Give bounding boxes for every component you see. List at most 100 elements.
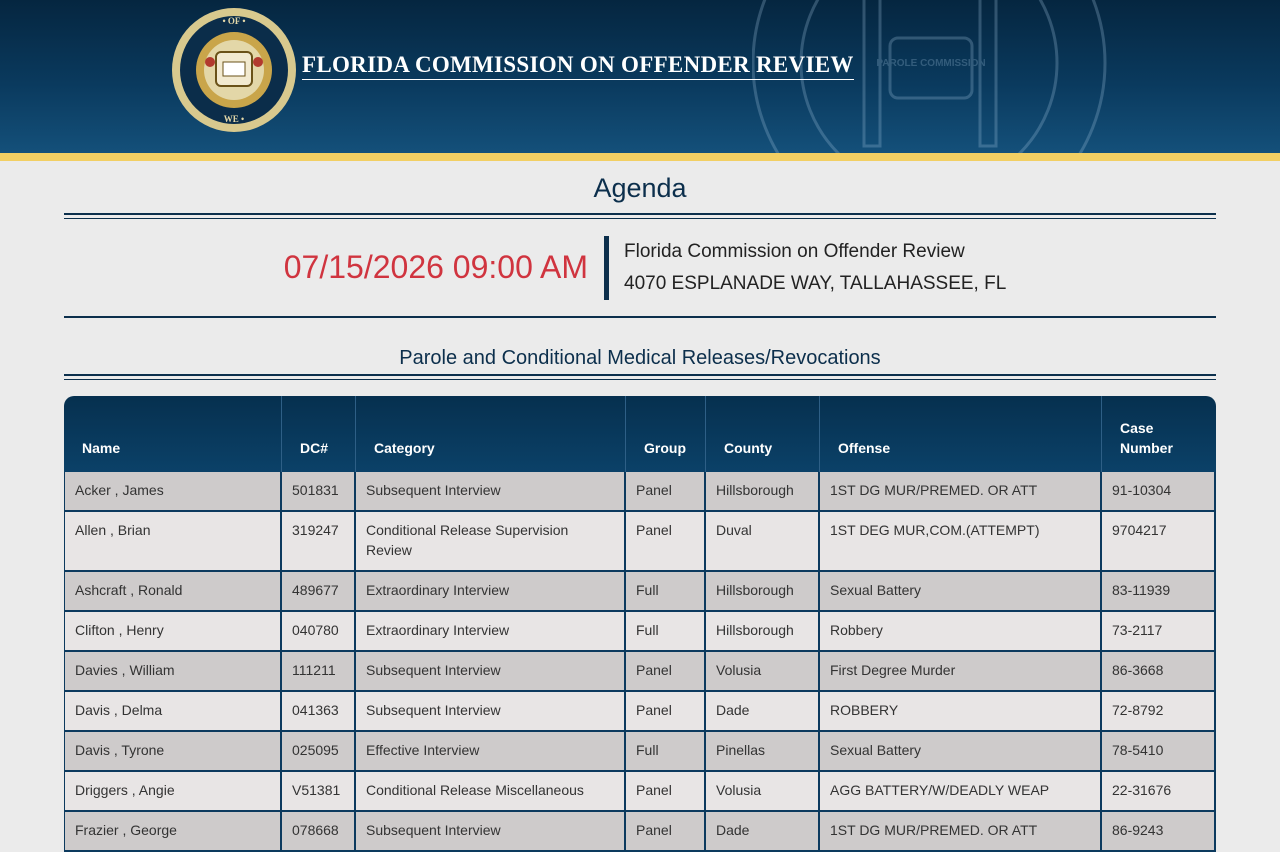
cell-name: Frazier , George: [64, 812, 282, 852]
cell-category: Conditional Release Supervision Review: [356, 512, 626, 572]
svg-text:• OF •: • OF •: [223, 16, 246, 26]
cell-name: Clifton , Henry: [64, 612, 282, 652]
cell-category: Subsequent Interview: [356, 692, 626, 732]
table-row: Davis , Delma 041363 Subsequent Intervie…: [64, 692, 1216, 732]
cell-county: Volusia: [706, 772, 820, 812]
cell-name: Ashcraft , Ronald: [64, 572, 282, 612]
cell-name: Davis , Delma: [64, 692, 282, 732]
cell-case: 86-9243: [1102, 812, 1216, 852]
cell-group: Panel: [626, 652, 706, 692]
cell-dc: 319247: [282, 512, 356, 572]
table-row: Davies , William 111211 Subsequent Inter…: [64, 652, 1216, 692]
table-header-row: Name DC# Category Group County Offense C…: [64, 396, 1216, 472]
cell-group: Panel: [626, 692, 706, 732]
column-header-category[interactable]: Category: [356, 396, 626, 472]
cell-case: 72-8792: [1102, 692, 1216, 732]
agenda-table-wrapper: Name DC# Category Group County Offense C…: [64, 396, 1216, 852]
site-banner: PAROLE COMMISSION • OF • WE • FLORIDA CO…: [0, 0, 1280, 153]
meeting-datetime: 07/15/2026 09:00 AM: [283, 249, 588, 285]
agenda-table: Name DC# Category Group County Offense C…: [64, 396, 1216, 852]
cell-name: Davis , Tyrone: [64, 732, 282, 772]
column-header-dc[interactable]: DC#: [282, 396, 356, 472]
cell-dc: 501831: [282, 472, 356, 512]
site-title-link[interactable]: FLORIDA COMMISSION ON OFFENDER REVIEW: [302, 52, 854, 80]
cell-category: Subsequent Interview: [356, 472, 626, 512]
svg-text:WE •: WE •: [224, 114, 244, 124]
cell-county: Hillsborough: [706, 572, 820, 612]
cell-offense: 1ST DG MUR/PREMED. OR ATT: [820, 812, 1102, 852]
cell-dc: 489677: [282, 572, 356, 612]
cell-county: Pinellas: [706, 732, 820, 772]
cell-dc: 041363: [282, 692, 356, 732]
cell-case: 78-5410: [1102, 732, 1216, 772]
cell-offense: AGG BATTERY/W/DEADLY WEAP: [820, 772, 1102, 812]
table-row: Allen , Brian 319247 Conditional Release…: [64, 512, 1216, 572]
meeting-address: 4070 ESPLANADE WAY, TALLAHASSEE, FL: [624, 272, 1007, 294]
cell-case: 22-31676: [1102, 772, 1216, 812]
gold-accent-bar: [0, 153, 1280, 161]
cell-county: Volusia: [706, 652, 820, 692]
cell-offense: Sexual Battery: [820, 732, 1102, 772]
cell-group: Full: [626, 732, 706, 772]
cell-name: Allen , Brian: [64, 512, 282, 572]
table-row: Ashcraft , Ronald 489677 Extraordinary I…: [64, 572, 1216, 612]
cell-group: Full: [626, 612, 706, 652]
case-header-line2: Number: [1120, 440, 1173, 456]
background-seal-text: PAROLE COMMISSION: [876, 58, 985, 69]
cell-case: 9704217: [1102, 512, 1216, 572]
case-header-line1: Case: [1120, 420, 1154, 436]
cell-group: Panel: [626, 772, 706, 812]
cell-name: Driggers , Angie: [64, 772, 282, 812]
table-row: Frazier , George 078668 Subsequent Inter…: [64, 812, 1216, 852]
cell-dc: 078668: [282, 812, 356, 852]
cell-category: Subsequent Interview: [356, 812, 626, 852]
page-title: Agenda: [593, 173, 687, 203]
cell-case: 91-10304: [1102, 472, 1216, 512]
table-body: Acker , James 501831 Subsequent Intervie…: [64, 472, 1216, 852]
cell-category: Extraordinary Interview: [356, 612, 626, 652]
table-row: Clifton , Henry 040780 Extraordinary Int…: [64, 612, 1216, 652]
cell-category: Effective Interview: [356, 732, 626, 772]
meeting-info: 07/15/2026 09:00 AM Florida Commission o…: [64, 219, 1216, 316]
cell-name: Acker , James: [64, 472, 282, 512]
cell-county: Dade: [706, 812, 820, 852]
cell-offense: Robbery: [820, 612, 1102, 652]
cell-group: Full: [626, 572, 706, 612]
cell-group: Panel: [626, 812, 706, 852]
column-header-group[interactable]: Group: [626, 396, 706, 472]
cell-category: Subsequent Interview: [356, 652, 626, 692]
cell-case: 83-11939: [1102, 572, 1216, 612]
column-header-case-number[interactable]: Case Number: [1102, 396, 1216, 472]
divider: [64, 374, 1216, 380]
cell-case: 73-2117: [1102, 612, 1216, 652]
cell-category: Extraordinary Interview: [356, 572, 626, 612]
cell-dc: V51381: [282, 772, 356, 812]
table-row: Acker , James 501831 Subsequent Intervie…: [64, 472, 1216, 512]
meeting-org: Florida Commission on Offender Review: [624, 240, 965, 262]
cell-offense: ROBBERY: [820, 692, 1102, 732]
cell-dc: 111211: [282, 652, 356, 692]
cell-offense: Sexual Battery: [820, 572, 1102, 612]
cell-group: Panel: [626, 512, 706, 572]
section-title: Parole and Conditional Medical Releases/…: [399, 347, 881, 369]
cell-county: Duval: [706, 512, 820, 572]
cell-county: Hillsborough: [706, 472, 820, 512]
cell-county: Hillsborough: [706, 612, 820, 652]
cell-name: Davies , William: [64, 652, 282, 692]
cell-county: Dade: [706, 692, 820, 732]
main-content: Agenda 07/15/2026 09:00 AM Florida Commi…: [64, 161, 1216, 852]
column-header-offense[interactable]: Offense: [820, 396, 1102, 472]
column-header-name[interactable]: Name: [64, 396, 282, 472]
cell-dc: 025095: [282, 732, 356, 772]
table-row: Driggers , Angie V51381 Conditional Rele…: [64, 772, 1216, 812]
cell-category: Conditional Release Miscellaneous: [356, 772, 626, 812]
cell-case: 86-3668: [1102, 652, 1216, 692]
cell-group: Panel: [626, 472, 706, 512]
column-header-county[interactable]: County: [706, 396, 820, 472]
cell-dc: 040780: [282, 612, 356, 652]
meeting-location: Florida Commission on Offender Review 40…: [604, 235, 1007, 300]
cell-offense: 1ST DEG MUR,COM.(ATTEMPT): [820, 512, 1102, 572]
cell-offense: 1ST DG MUR/PREMED. OR ATT: [820, 472, 1102, 512]
table-row: Davis , Tyrone 025095 Effective Intervie…: [64, 732, 1216, 772]
cell-offense: First Degree Murder: [820, 652, 1102, 692]
